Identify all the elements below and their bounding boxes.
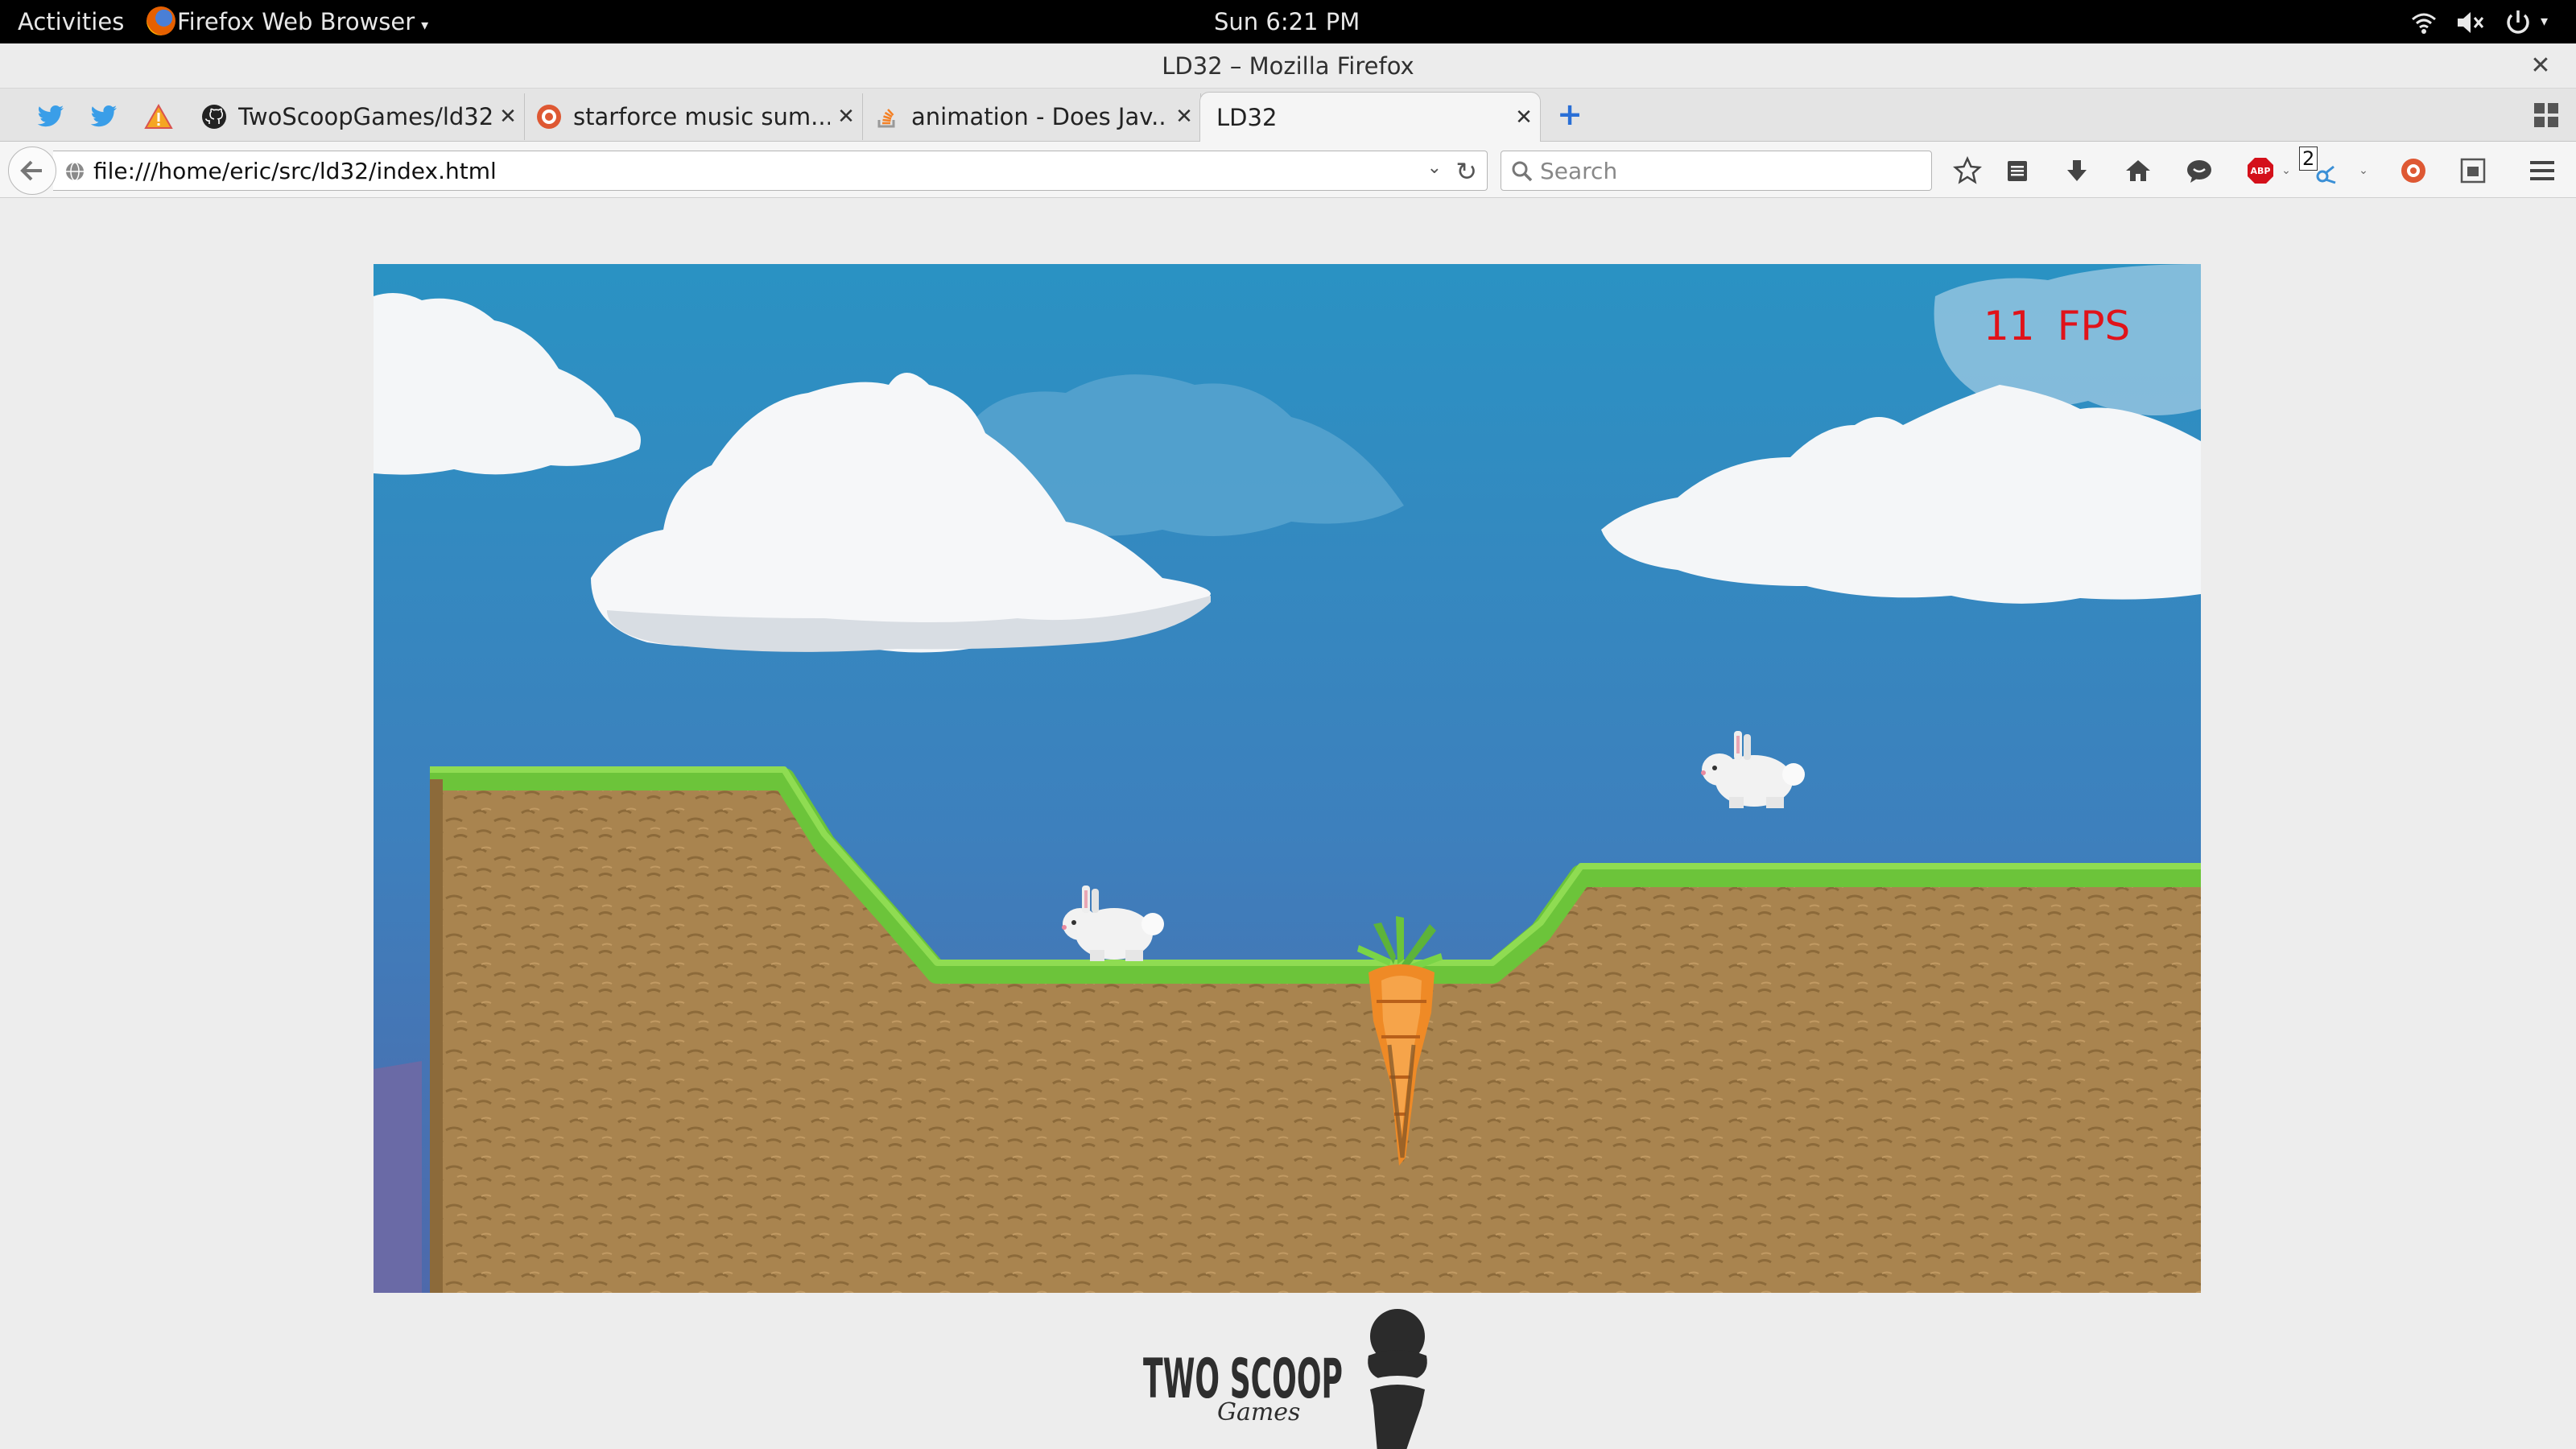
gnome-top-bar: Activities Firefox Web Browser ▾ Sun 6:21… xyxy=(0,0,2576,43)
activities-button[interactable]: Activities xyxy=(18,0,124,43)
tab-label: starforce music sum... xyxy=(573,103,830,130)
fps-value: 11 xyxy=(1984,303,2035,349)
tab-close-icon[interactable]: ✕ xyxy=(1168,105,1200,129)
duckduckgo-icon xyxy=(537,105,561,129)
tab-label: LD32 xyxy=(1216,103,1278,131)
url-history-dropdown-icon[interactable]: ⌄ xyxy=(1427,158,1442,178)
pocket-button[interactable] xyxy=(2455,153,2491,188)
pinned-tab-twitter-2[interactable] xyxy=(80,97,127,137)
tab-ld32[interactable]: LD32 ✕ xyxy=(1199,92,1541,142)
url-input[interactable] xyxy=(93,151,1414,190)
hello-chat-button[interactable] xyxy=(2182,153,2217,188)
game-canvas[interactable]: 11 FPS xyxy=(374,264,2201,1293)
fps-unit: FPS xyxy=(2057,303,2131,349)
network-monitor-button[interactable]: 2 xyxy=(2296,147,2344,188)
firefox-window: LD32 – Mozilla Firefox ✕ TwoScoopGames/l… xyxy=(0,43,2576,1449)
volume-muted-icon[interactable] xyxy=(2455,6,2486,39)
search-icon xyxy=(1512,161,1533,182)
logo-subtext: Games xyxy=(1217,1398,1300,1426)
window-title: LD32 – Mozilla Firefox xyxy=(1162,52,1414,80)
fps-counter: 11 FPS xyxy=(1984,303,2130,349)
system-menu-chevron-icon[interactable]: ▾ xyxy=(2541,0,2548,43)
tab-stackoverflow[interactable]: animation - Does Jav... ✕ xyxy=(863,93,1201,140)
url-bar[interactable]: ⌄ ↻ xyxy=(53,151,1488,191)
new-tab-button[interactable]: + xyxy=(1554,99,1586,132)
network-dropdown-icon[interactable]: ⌄ xyxy=(2355,153,2372,188)
globe-icon xyxy=(66,162,84,181)
adblock-dropdown-icon[interactable]: ⌄ xyxy=(2278,153,2294,188)
tab-close-icon[interactable]: ✕ xyxy=(492,105,524,129)
arrow-left-icon xyxy=(20,160,42,181)
tab-github[interactable]: TwoScoopGames/ld32 ✕ xyxy=(190,93,525,140)
svg-text:ABP: ABP xyxy=(2251,166,2271,176)
distant-cliff xyxy=(374,1061,422,1293)
game-scene xyxy=(374,264,2201,1293)
badge-count: 2 xyxy=(2299,147,2318,171)
home-button[interactable] xyxy=(2120,153,2156,188)
chat-bubble-icon xyxy=(2187,160,2211,183)
menu-button[interactable] xyxy=(2524,153,2560,188)
search-bar[interactable] xyxy=(1501,151,1932,191)
window-close-button[interactable]: ✕ xyxy=(2526,52,2555,80)
stackoverflow-icon xyxy=(877,109,895,128)
back-button[interactable] xyxy=(8,147,56,195)
cliff-edge xyxy=(430,779,443,1293)
pinned-tab-alert[interactable] xyxy=(135,97,182,137)
twitter-icon xyxy=(90,105,117,127)
clock[interactable]: Sun 6:21 PM xyxy=(1214,0,1360,43)
title-bar: LD32 – Mozilla Firefox ✕ xyxy=(0,43,2576,89)
tab-duckduckgo[interactable]: starforce music sum... ✕ xyxy=(525,93,863,140)
power-icon[interactable] xyxy=(2502,6,2534,39)
home-icon xyxy=(2126,160,2150,181)
download-arrow-icon xyxy=(2067,160,2087,181)
reading-list-button[interactable] xyxy=(2000,153,2035,188)
chevron-down-icon: ▾ xyxy=(421,17,429,34)
app-menu[interactable]: Firefox Web Browser ▾ xyxy=(147,0,428,43)
star-icon xyxy=(1953,156,1982,184)
hamburger-menu-icon xyxy=(2530,161,2554,180)
network-icon xyxy=(2316,165,2336,184)
firefox-icon xyxy=(147,6,175,35)
duckduckgo-extension-button[interactable] xyxy=(2396,153,2431,188)
screenshot-icon xyxy=(2460,158,2486,184)
search-input[interactable] xyxy=(1540,151,1918,190)
tab-close-icon[interactable]: ✕ xyxy=(1508,105,1540,130)
tab-label: animation - Does Jav... xyxy=(911,103,1168,130)
downloads-button[interactable] xyxy=(2059,153,2095,188)
duckduckgo-icon xyxy=(2401,159,2425,183)
wifi-icon[interactable] xyxy=(2410,6,2438,39)
app-menu-label: Firefox Web Browser xyxy=(177,8,415,35)
clipboard-icon xyxy=(2008,161,2027,181)
pinned-tab-twitter[interactable] xyxy=(27,97,74,137)
twitter-icon xyxy=(37,105,64,127)
adblock-plus-icon: ABP xyxy=(2248,158,2273,184)
page-content: 11 FPS TWO SCOOP Games xyxy=(0,198,2576,1449)
bookmark-star-button[interactable] xyxy=(1950,153,1985,188)
github-icon xyxy=(202,105,226,129)
tab-groups-icon[interactable] xyxy=(2533,101,2560,129)
two-scoop-games-logo: TWO SCOOP Games xyxy=(1143,1309,1427,1449)
tab-bar: TwoScoopGames/ld32 ✕ starforce music sum… xyxy=(0,89,2576,142)
tab-close-icon[interactable]: ✕ xyxy=(830,105,862,129)
warning-icon xyxy=(144,104,173,129)
tab-label: TwoScoopGames/ld32 xyxy=(238,103,492,130)
reload-icon[interactable]: ↻ xyxy=(1455,156,1477,187)
navigation-toolbar: ⌄ ↻ ABP ⌄ 2 ⌄ xyxy=(0,142,2576,198)
adblock-plus-button[interactable]: ABP xyxy=(2244,153,2277,188)
